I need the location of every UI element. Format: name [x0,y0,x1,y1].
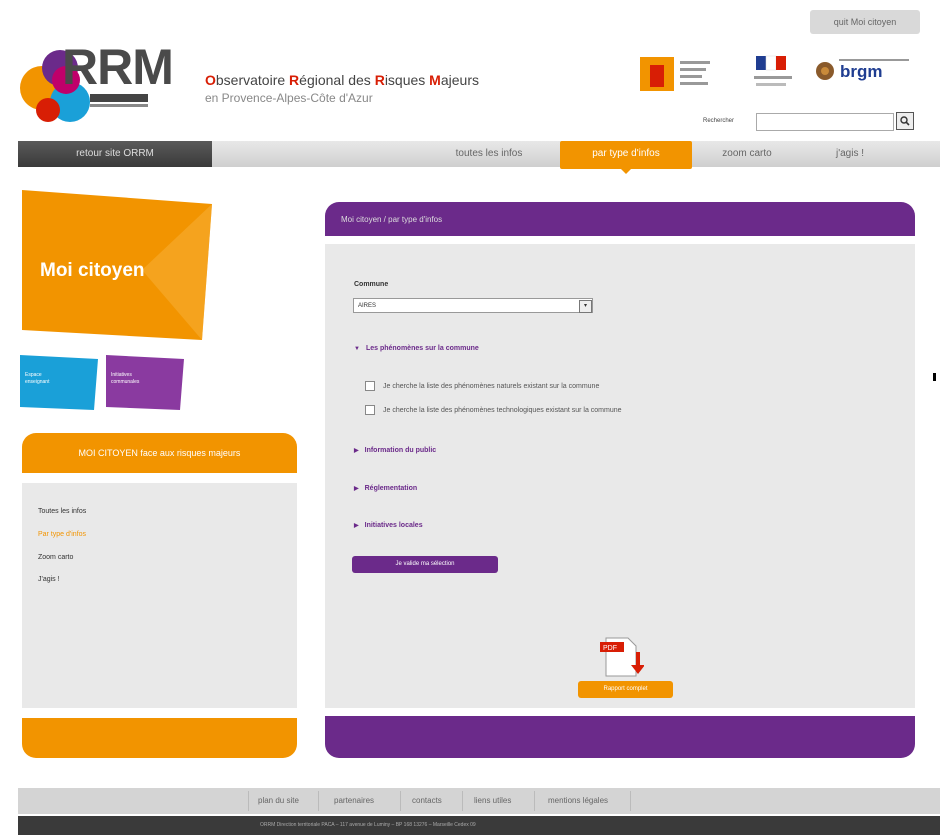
left-link-zoom[interactable]: Zoom carto [38,554,73,561]
left-link-par-type[interactable]: Par type d'infos [38,531,86,538]
blue-card-label: Espace enseignant [25,372,50,385]
active-tab-notch [620,168,632,174]
tab-toutes-infos[interactable]: toutes les infos [428,141,550,167]
collapsed-triangle-icon: ▶ [354,486,359,492]
search-input[interactable] [756,113,894,131]
section-label: Initiatives locales [364,522,423,529]
footer-address: ORRM Direction territoriale PACA – 117 a… [260,822,476,828]
section-reglementation[interactable]: ▶ Réglementation [354,485,417,492]
commune-label: Commune [354,281,389,288]
footer-divider [630,791,631,811]
pdf-badge: PDF [603,645,617,652]
main-footer-band [325,716,915,758]
republique-logo[interactable] [750,52,796,96]
breadcrumb: Moi citoyen / par type d'infos [341,215,443,224]
section-label: Réglementation [364,485,418,492]
left-section-title: MOI CITOYEN face aux risques majeurs [22,433,297,473]
nav-back-button[interactable]: retour site ORRM [18,141,212,167]
footer-link-liens[interactable]: liens utiles [474,796,511,805]
site-title: Observatoire Régional des Risques Majeur… [205,72,479,88]
title-part: M [429,72,441,88]
collapsed-triangle-icon: ▶ [354,448,359,454]
footer-divider [400,791,401,811]
checkbox[interactable] [365,381,375,391]
title-part: R [374,72,385,88]
footer-link-partenaires[interactable]: partenaires [334,796,374,805]
checkbox[interactable] [365,405,375,415]
search-icon [900,116,910,126]
title-part: O [205,72,216,88]
report-button[interactable]: Rapport complet [578,681,673,698]
title-part: égional des [299,72,375,88]
tab-zoom-carto[interactable]: zoom carto [702,141,792,167]
search-button[interactable] [896,112,914,130]
region-paca-logo[interactable] [640,55,730,95]
section-label: Les phénomènes sur la commune [365,345,479,352]
footer-link-plan[interactable]: plan du site [258,796,299,805]
section-phenomenes[interactable]: ▼ Les phénomènes sur la commune [354,345,479,352]
checkbox-row[interactable]: Je cherche la liste des phénomènes natur… [365,381,599,391]
left-link-toutes[interactable]: Toutes les infos [38,508,86,515]
site-subtitle: en Provence-Alpes-Côte d'Azur [205,91,373,105]
section-information[interactable]: ▶ Information du public [354,447,436,454]
expanded-triangle-icon: ▼ [354,346,360,352]
title-part: R [289,72,300,88]
pdf-download-icon[interactable]: PDF [600,636,644,680]
commune-select[interactable]: AIRES [353,298,593,313]
footer-link-contacts[interactable]: contacts [412,796,442,805]
quit-button[interactable]: quit Moi citoyen [810,10,920,34]
validate-selection-button[interactable]: Je valide ma sélection [352,556,498,573]
checkbox-label: Je cherche la liste des phénomènes natur… [383,382,600,390]
title-part: bservatoire [215,72,290,88]
footer-divider [534,791,535,811]
checkbox-label: Je cherche la liste des phénomènes techn… [383,406,622,414]
footer-divider [248,791,249,811]
title-part: isques [384,72,430,88]
chevron-down-icon[interactable]: ▾ [579,300,592,313]
left-footer-band [22,718,297,758]
section-label: Information du public [364,447,437,454]
footer-divider [462,791,463,811]
edge-marker [933,373,936,381]
footer-divider [318,791,319,811]
footer-link-mentions[interactable]: mentions légales [548,796,608,805]
checkbox-row[interactable]: Je cherche la liste des phénomènes techn… [365,405,622,415]
footer-address-bar [18,816,940,835]
logo-wordmark: RRM [62,39,174,95]
tab-jagis[interactable]: j'agis ! [810,141,890,167]
purple-card-label: Initiatives communales [111,372,140,385]
tab-par-type[interactable]: par type d'infos [560,141,692,169]
left-link-jagis[interactable]: J'agis ! [38,576,60,583]
section-initiatives[interactable]: ▶ Initiatives locales [354,522,423,529]
title-part: ajeurs [440,72,479,88]
moi-citoyen-title: Moi citoyen [40,260,145,281]
brgm-wordmark: brgm [840,62,883,81]
search-label: Rechercher [703,118,735,124]
collapsed-triangle-icon: ▶ [354,523,359,529]
left-menu [22,483,297,708]
